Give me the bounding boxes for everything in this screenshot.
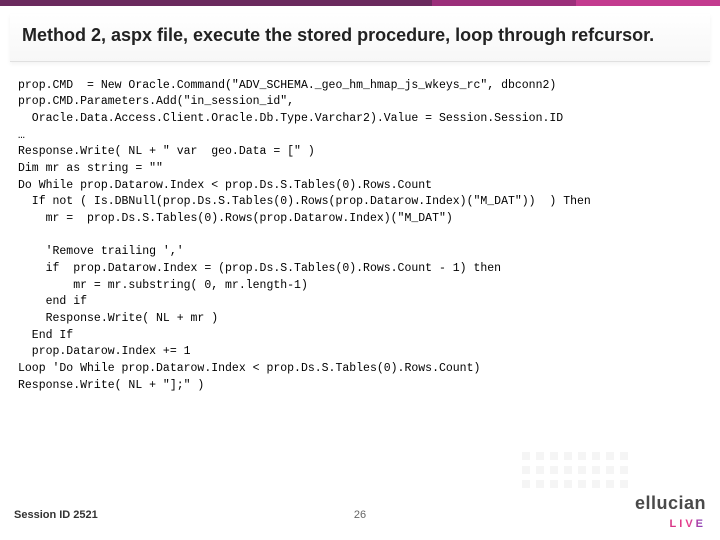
logo-brand-text: ellucian — [635, 493, 706, 514]
session-id: Session ID 2521 — [14, 509, 98, 521]
decorative-dots — [522, 452, 630, 490]
brand-logo: ellucian LIVE — [635, 493, 706, 532]
slide-title-box: Method 2, aspx file, execute the stored … — [10, 14, 710, 62]
slide-title: Method 2, aspx file, execute the stored … — [22, 24, 698, 47]
footer: Session ID 2521 26 ellucian LIVE — [0, 490, 720, 540]
logo-live-text: LIVE — [670, 518, 706, 530]
accent-bar — [0, 0, 720, 6]
page-number: 26 — [354, 509, 366, 521]
code-block: prop.CMD = New Oracle.Command("ADV_SCHEM… — [0, 62, 720, 405]
